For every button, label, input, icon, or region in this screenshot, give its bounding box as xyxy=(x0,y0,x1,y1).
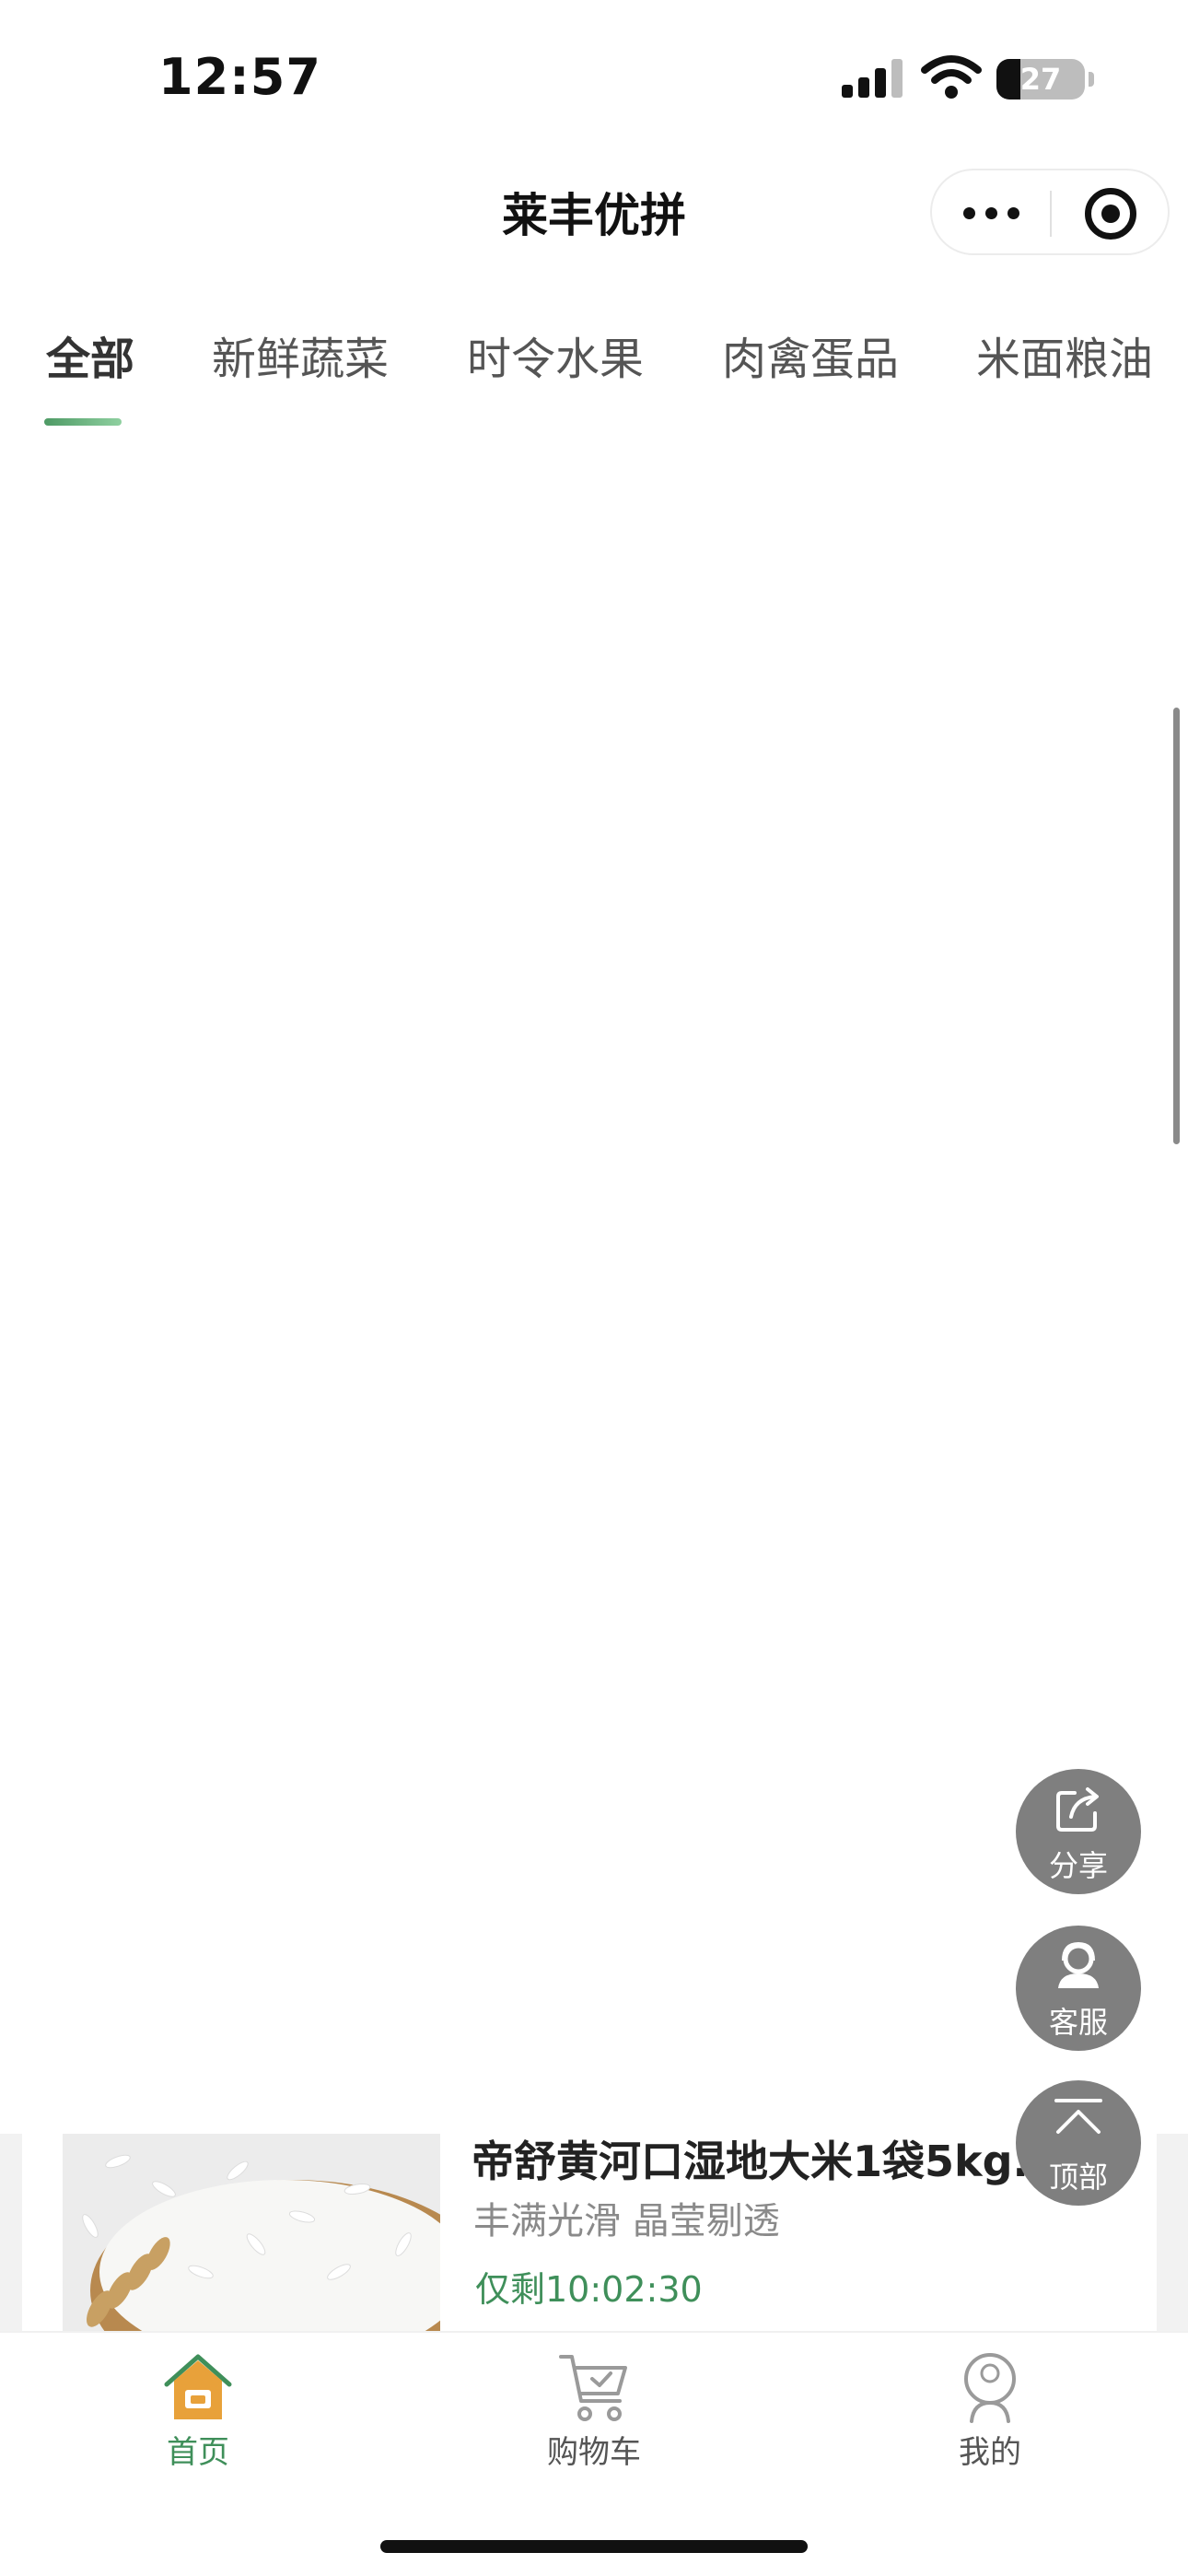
battery-cap xyxy=(1089,72,1094,87)
share-icon xyxy=(1056,1787,1099,1832)
tab-all[interactable]: 全部 xyxy=(46,322,134,387)
target-icon[interactable] xyxy=(1085,188,1136,240)
tabbar-item-cart[interactable]: 购物车 xyxy=(502,2333,686,2480)
product-description: 丰满光滑 晶莹剔透 xyxy=(473,2200,780,2242)
customer-service-icon xyxy=(1058,1941,1099,1988)
tab-rice-flour-oil[interactable]: 米面粮油 xyxy=(976,322,1153,387)
home-icon xyxy=(164,2354,232,2419)
navigation-bar: 莱丰优拼 xyxy=(0,166,1188,258)
scrollbar[interactable] xyxy=(1173,708,1180,1144)
tabbar-item-home[interactable]: 首页 xyxy=(106,2333,290,2480)
tabbar-label-cart: 购物车 xyxy=(547,2434,641,2471)
tabbar-item-profile[interactable]: 我的 xyxy=(898,2333,1082,2480)
battery-level: 27 xyxy=(1019,62,1062,97)
more-icon[interactable] xyxy=(963,207,1020,220)
product-name[interactable]: 帝舒黄河口湿地大米1袋5kg... xyxy=(472,2134,1061,2189)
card-edge xyxy=(1157,2134,1188,2331)
tab-indicator xyxy=(44,418,122,426)
tab-seasonal-fruit[interactable]: 时令水果 xyxy=(467,322,644,387)
product-card[interactable]: 帝舒黄河口湿地大米1袋5kg... 丰满光滑 晶莹剔透 仅剩10:02:30 xyxy=(0,2134,1188,2331)
share-button[interactable]: 分享 xyxy=(1016,1769,1141,1894)
tab-fresh-vegetables[interactable]: 新鲜蔬菜 xyxy=(212,322,389,387)
tabbar-label-home: 首页 xyxy=(167,2434,229,2471)
wifi-icon xyxy=(921,55,982,99)
countdown-timer: 仅剩10:02:30 xyxy=(475,2269,703,2310)
customer-service-button[interactable]: 客服 xyxy=(1016,1926,1141,2051)
rice-product-image[interactable] xyxy=(63,2134,440,2331)
status-time: 12:57 xyxy=(158,48,321,106)
capsule-divider xyxy=(1050,191,1052,237)
category-tabs: 全部 新鲜蔬菜 时令水果 肉禽蛋品 米面粮油 xyxy=(0,322,1188,442)
tabbar-label-profile: 我的 xyxy=(959,2434,1021,2471)
home-indicator[interactable] xyxy=(380,2540,808,2553)
back-to-top-label: 顶部 xyxy=(1048,2160,1108,2195)
profile-icon xyxy=(964,2353,1016,2423)
share-label: 分享 xyxy=(1048,1848,1108,1883)
mini-program-capsule xyxy=(930,169,1170,255)
battery-icon: 27 xyxy=(996,59,1085,100)
signal-icon xyxy=(842,59,903,98)
status-bar: 12:57 27 xyxy=(0,0,1188,147)
tab-meat-poultry-eggs[interactable]: 肉禽蛋品 xyxy=(722,322,899,387)
back-to-top-button[interactable]: 顶部 xyxy=(1016,2080,1141,2206)
back-to-top-icon xyxy=(1054,2099,1102,2134)
customer-service-label: 客服 xyxy=(1048,2005,1108,2040)
cart-icon xyxy=(559,2355,627,2421)
card-edge xyxy=(0,2134,22,2331)
